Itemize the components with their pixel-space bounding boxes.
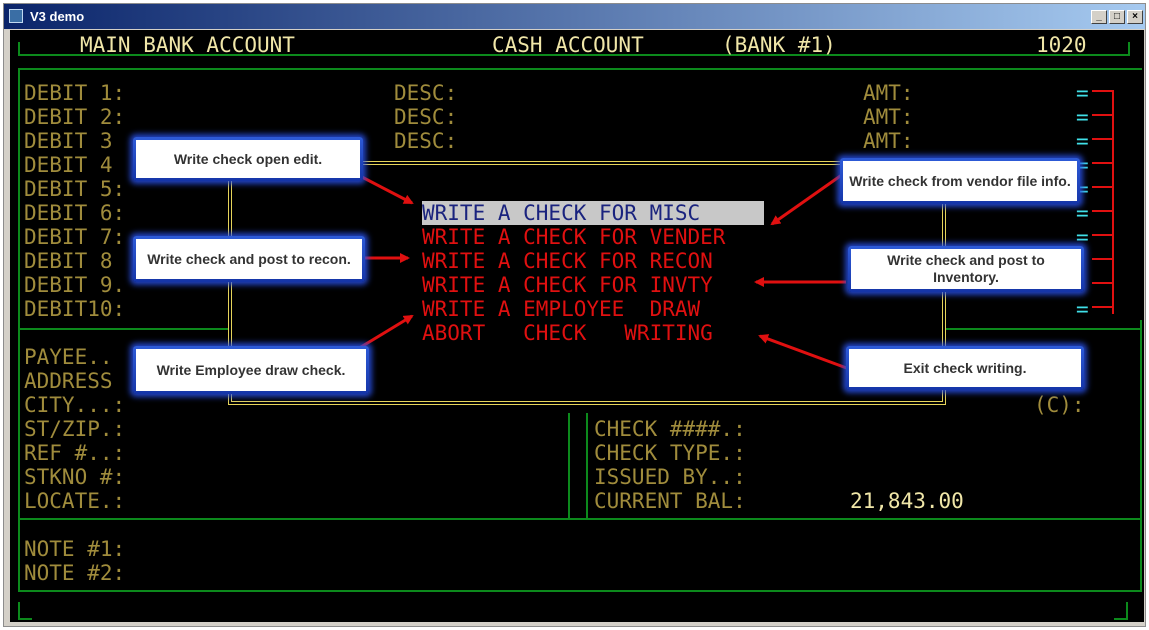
arrow-employee <box>355 314 414 352</box>
arrow-exit <box>758 334 853 372</box>
annotation-arrows <box>352 170 853 372</box>
callout-text: Write check and post to recon. <box>136 239 362 279</box>
callout-text: Exit check writing. <box>849 349 1081 387</box>
callout-vendor: Write check from vendor file info. <box>840 158 1080 204</box>
callout-employee: Write Employee draw check. <box>133 346 369 394</box>
callout-text: Write check open edit. <box>136 140 360 178</box>
callout-text: Write Employee draw check. <box>136 349 366 391</box>
callout-recon: Write check and post to recon. <box>133 236 365 282</box>
arrow-vendor <box>770 170 847 226</box>
callout-inventory: Write check and post to Inventory. <box>848 246 1084 292</box>
callout-exit: Exit check writing. <box>846 346 1084 390</box>
arrow-open-edit <box>359 174 414 205</box>
callout-text: Write check from vendor file info. <box>843 161 1077 201</box>
callout-text: Write check and post to Inventory. <box>851 249 1081 289</box>
callout-open-edit: Write check open edit. <box>133 137 363 181</box>
